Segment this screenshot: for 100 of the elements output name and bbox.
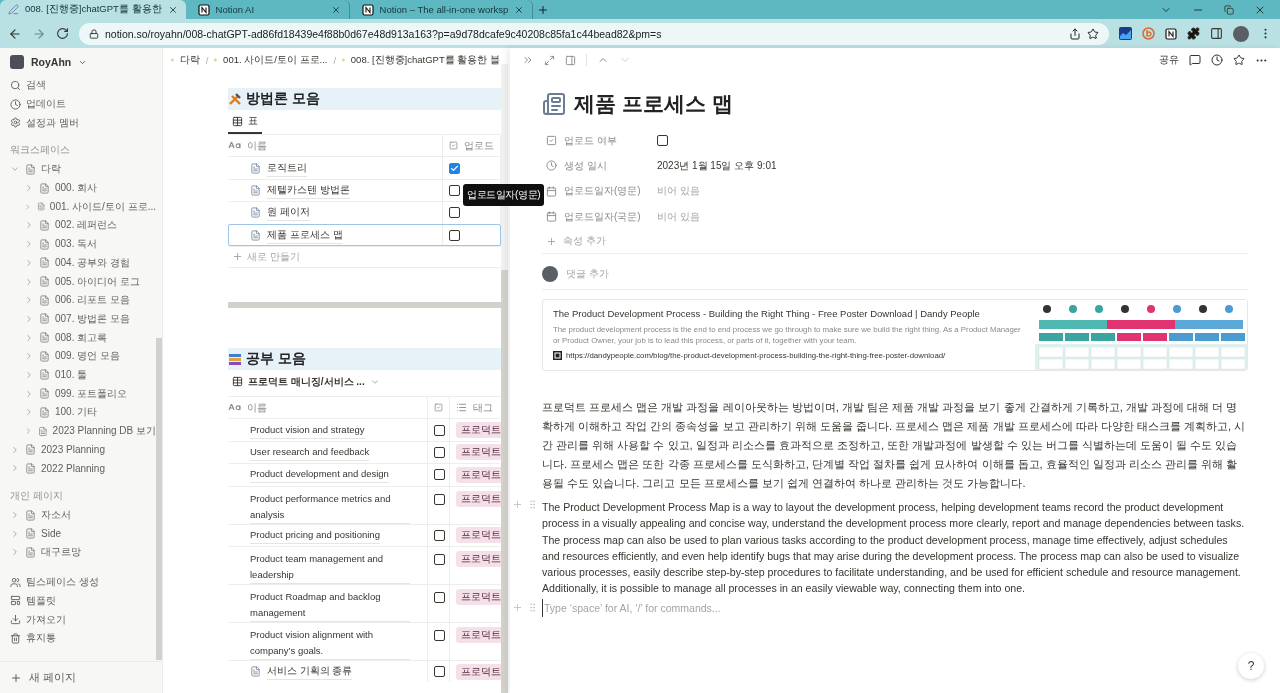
- property-name[interactable]: 업로드일자(영문): [542, 178, 657, 204]
- close-icon[interactable]: [330, 4, 341, 15]
- workspace-switcher[interactable]: RoyAhn: [0, 48, 156, 76]
- chevron-icon[interactable]: [24, 239, 34, 250]
- sidebar-item[interactable]: 002. 레퍼런스: [0, 216, 156, 235]
- checkbox[interactable]: [434, 529, 445, 541]
- close-icon[interactable]: [1254, 4, 1266, 16]
- sidebar-action[interactable]: 검색: [0, 76, 156, 95]
- extensions-icon[interactable]: [1187, 27, 1200, 40]
- restore-icon[interactable]: [1224, 5, 1234, 15]
- history-icon[interactable]: [1211, 54, 1223, 66]
- side-peek-icon[interactable]: [565, 54, 576, 66]
- chevron-icon[interactable]: [24, 369, 34, 380]
- chevron-icon[interactable]: [24, 407, 34, 418]
- chevron-icon[interactable]: [24, 257, 34, 268]
- sidebar-item[interactable]: 2022 Planning: [0, 459, 156, 478]
- reload-icon[interactable]: [56, 27, 69, 40]
- share-icon[interactable]: [1069, 27, 1081, 40]
- new-page-button[interactable]: 새 페이지: [0, 661, 162, 693]
- sidebar-item[interactable]: 100. 기타: [0, 403, 156, 422]
- chevron-icon[interactable]: [24, 332, 34, 343]
- new-tab-icon[interactable]: [537, 4, 550, 16]
- sidebar-item[interactable]: 010. 툴: [0, 365, 156, 385]
- checkbox[interactable]: [434, 469, 445, 481]
- row-title[interactable]: Product performance metrics and analysis: [250, 490, 410, 524]
- checkbox[interactable]: [434, 424, 445, 436]
- profile-avatar[interactable]: [1233, 25, 1249, 42]
- row-title[interactable]: Product Roadmap and backlog management: [250, 588, 410, 622]
- sidebar-item[interactable]: Side: [0, 524, 156, 544]
- database-title[interactable]: 공부 모음: [228, 347, 501, 370]
- expand-icon[interactable]: [544, 54, 555, 66]
- browser-tab[interactable]: 008. [진행중]chatGPT를 활용한: [0, 0, 186, 19]
- sidebar-action[interactable]: 템플릿: [0, 591, 156, 611]
- sidebar-item[interactable]: 009. 명언 모음: [0, 346, 156, 366]
- checkbox[interactable]: [434, 666, 445, 678]
- table-row[interactable]: 로직트리: [228, 156, 501, 179]
- database-title[interactable]: 방법론 모음: [228, 88, 501, 110]
- drag-handle-icon[interactable]: [527, 602, 538, 614]
- checkbox[interactable]: [434, 493, 445, 505]
- chevron-icon[interactable]: [24, 220, 34, 231]
- chevron-icon[interactable]: [24, 276, 34, 287]
- favorite-icon[interactable]: [1233, 54, 1245, 66]
- breadcrumb[interactable]: 008. [진행중]chatGPT를 활용한 블: [350, 53, 500, 67]
- breadcrumb[interactable]: 다락: [179, 53, 200, 67]
- chevron-icon[interactable]: [24, 183, 34, 194]
- sidebar-item[interactable]: 2023 Planning DB 보기: [0, 421, 156, 441]
- checkbox[interactable]: [449, 207, 460, 219]
- checkbox[interactable]: [434, 446, 445, 458]
- chevron-icon[interactable]: [24, 388, 34, 399]
- drag-handle-icon[interactable]: [527, 499, 538, 511]
- property-name[interactable]: 업로드 여부: [542, 128, 657, 154]
- sidebar-action[interactable]: 가져오기: [0, 610, 156, 629]
- sidebar-item[interactable]: 006. 리포트 모음: [0, 290, 156, 310]
- row-title[interactable]: 제텔카스텐 방법론: [267, 181, 350, 199]
- sidebar-action[interactable]: 휴지통: [0, 628, 156, 648]
- row-title[interactable]: Product vision and strategy: [250, 421, 365, 439]
- b-extension-icon[interactable]: [1142, 27, 1155, 40]
- chevron-icon[interactable]: [24, 313, 34, 324]
- sidebar-item[interactable]: 005. 아이디어 로그: [0, 272, 156, 291]
- forward-icon[interactable]: [32, 26, 46, 41]
- close-icon[interactable]: [167, 4, 178, 15]
- chevron-icon[interactable]: [10, 463, 20, 474]
- comment-icon[interactable]: [1189, 54, 1201, 66]
- chevron-icon[interactable]: [24, 295, 34, 306]
- sidebar-action[interactable]: 설정과 멤버: [0, 113, 156, 133]
- scrollbar-thumb[interactable]: [156, 338, 162, 660]
- sidebar-item[interactable]: 007. 방법론 모음: [0, 309, 156, 329]
- checkbox[interactable]: [449, 229, 460, 241]
- chevron-icon[interactable]: [10, 510, 20, 521]
- sidebar-item[interactable]: 099. 포트폴리오: [0, 384, 156, 403]
- row-title[interactable]: 서비스 기획의 종류: [267, 663, 353, 681]
- column-header[interactable]: 이름: [228, 396, 428, 419]
- block-input[interactable]: Type ‘space’ for AI, ‘/’ for commands...: [542, 599, 1248, 618]
- property-name[interactable]: 생성 일시: [542, 153, 657, 179]
- chevron-icon[interactable]: [24, 351, 34, 362]
- checkbox[interactable]: [434, 553, 445, 565]
- sidebar-item[interactable]: 008. 회고록: [0, 328, 156, 347]
- side-panel-icon[interactable]: [1210, 27, 1223, 40]
- property-value[interactable]: 2023년 1월 15일 오후 9:01: [657, 153, 1248, 179]
- sidebar-item[interactable]: 자소서: [0, 505, 156, 525]
- sidebar-action[interactable]: 팀스페이스 생성: [0, 572, 156, 592]
- sidebar-item[interactable]: 000. 회사: [0, 178, 156, 198]
- property-name[interactable]: 업로드일자(국문): [542, 203, 657, 230]
- checkbox[interactable]: [434, 591, 445, 603]
- share-button[interactable]: 공유: [1159, 53, 1179, 67]
- row-title[interactable]: 로직트리: [267, 159, 307, 177]
- chart-extension-icon[interactable]: [1119, 27, 1132, 40]
- row-title[interactable]: 제품 프로세스 맵: [267, 226, 343, 244]
- sidebar-item[interactable]: 2023 Planning: [0, 440, 156, 460]
- sidebar-item[interactable]: 대구르망: [0, 543, 156, 562]
- close-icon[interactable]: [514, 4, 525, 15]
- chevron-icon[interactable]: [10, 547, 20, 558]
- sidebar-item[interactable]: 003. 독서: [0, 234, 156, 254]
- collapse-icon[interactable]: [522, 54, 534, 66]
- sidebar-item[interactable]: 다락: [0, 160, 156, 179]
- chevron-icon[interactable]: [10, 528, 20, 539]
- bookmark-star-icon[interactable]: [1087, 27, 1099, 40]
- row-title[interactable]: Product vision alignment with company’s goals.: [250, 626, 410, 660]
- view-dropdown[interactable]: 프로덕트 매니징/서비스 ...: [228, 369, 384, 396]
- chevron-icon[interactable]: [10, 444, 20, 455]
